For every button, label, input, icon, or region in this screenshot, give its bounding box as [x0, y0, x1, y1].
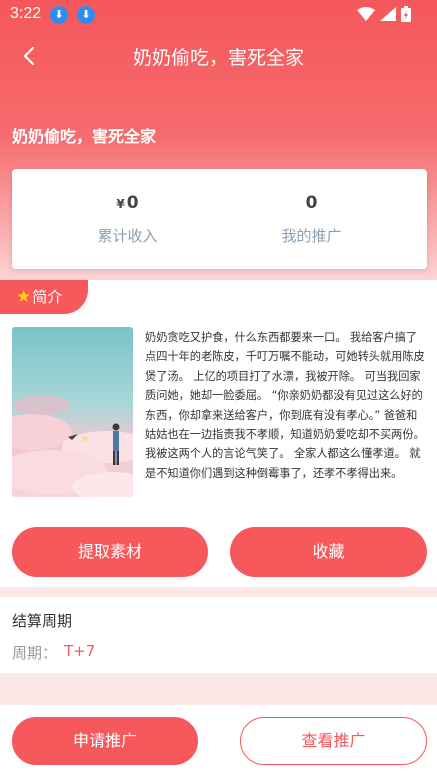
navigation-bar: 奶奶偷吃，害死全家 [0, 35, 437, 77]
stat-promotion: 0 我的推广 [208, 193, 415, 246]
status-bar: 3:22 ⬇ ⬇ [0, 0, 437, 30]
settlement-section: 结算周期 周期： T+7 [0, 597, 437, 673]
signal-icon [380, 7, 396, 21]
period-value: T+7 [64, 642, 96, 660]
back-arrow-icon[interactable] [14, 39, 48, 73]
promotion-count: 0 [305, 193, 318, 213]
cover-image [12, 327, 133, 497]
intro-section: ★简介 奶奶贪吃又护食，什么东西都要来一口。 我给客户搞了点四十年的老陈皮，千叮… [0, 280, 437, 587]
wifi-icon [357, 7, 375, 21]
stats-card: ¥0 累计收入 0 我的推广 [12, 169, 427, 269]
drama-title: 奶奶偷吃，害死全家 [12, 127, 157, 146]
settlement-title: 结算周期 [12, 612, 73, 630]
download-notification-icon: ⬇ [50, 6, 68, 24]
status-time: 3:22 [10, 5, 42, 22]
download-notification-icon: ⬇ [77, 6, 95, 24]
apply-promotion-button[interactable]: 申请推广 [12, 717, 198, 765]
intro-tab: ★简介 [0, 280, 88, 314]
stat-income: ¥0 累计收入 [24, 193, 231, 246]
page-title: 奶奶偷吃，害死全家 [132, 47, 304, 69]
star-icon: ★ [16, 287, 32, 307]
period-label: 周期： [12, 644, 58, 662]
extract-material-button[interactable]: 提取素材 [12, 527, 208, 577]
favorite-button[interactable]: 收藏 [230, 527, 427, 577]
promotion-label: 我的推广 [281, 227, 342, 245]
bottom-action-bar: 申请推广 查看推广 [0, 705, 437, 777]
intro-description: 奶奶贪吃又护食，什么东西都要来一口。 我给客户搞了点四十年的老陈皮，千叮万嘱不能… [145, 331, 425, 480]
view-promotion-button[interactable]: 查看推广 [240, 717, 427, 765]
income-label: 累计收入 [97, 227, 158, 245]
income-value: ¥0 [116, 193, 139, 213]
battery-icon [401, 6, 411, 22]
